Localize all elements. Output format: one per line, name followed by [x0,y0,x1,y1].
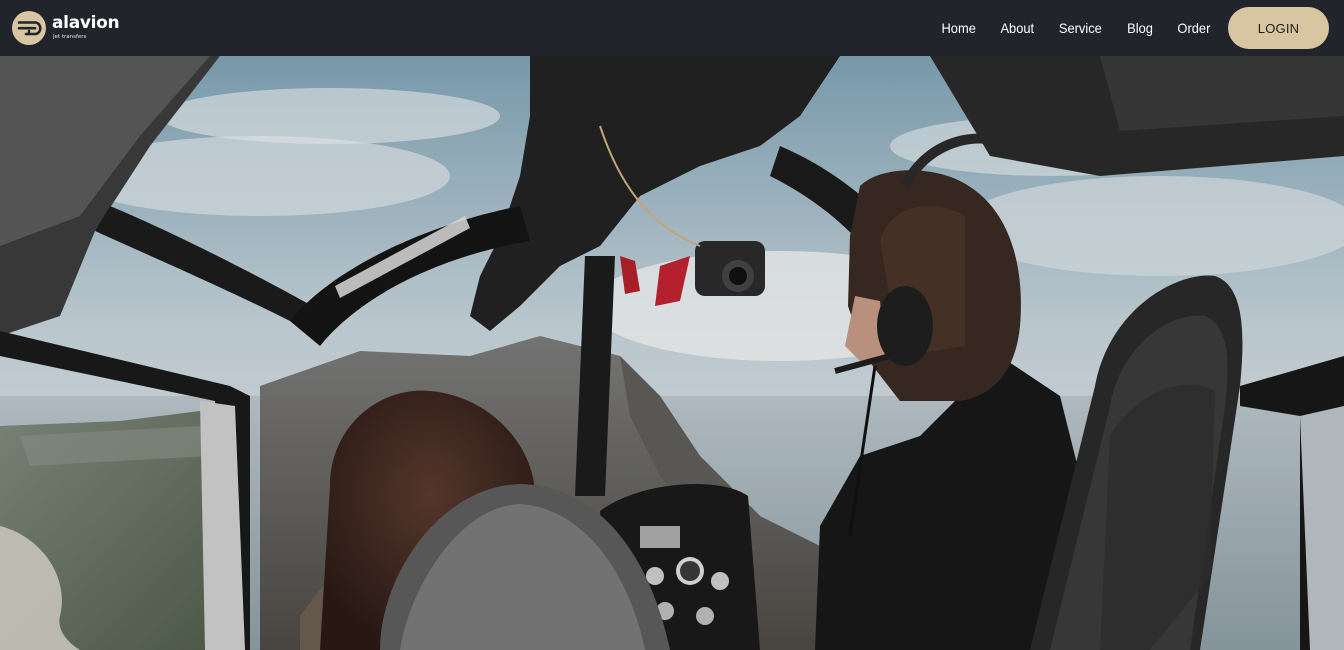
hero-section [0,56,1344,650]
nav-links: Home About Service Blog Order [940,20,1212,36]
brand-text: alavion jet transfers [52,13,120,41]
login-button[interactable]: LOGIN [1228,7,1329,49]
nav-link-about[interactable]: About [1000,20,1034,36]
nav-right: Home About Service Blog Order LOGIN [940,7,1329,49]
alavion-logo-icon [12,11,46,45]
nav-link-blog[interactable]: Blog [1127,20,1153,36]
brand[interactable]: alavion jet transfers [12,11,120,45]
nav-link-service[interactable]: Service [1059,20,1102,36]
nav-link-home[interactable]: Home [941,20,975,36]
nav-link-order[interactable]: Order [1178,20,1211,36]
hero-photo [0,56,1344,650]
brand-tagline: jet transfers [53,34,87,41]
navbar: alavion jet transfers Home About Service… [0,0,1344,56]
brand-name: alavion [52,13,120,34]
